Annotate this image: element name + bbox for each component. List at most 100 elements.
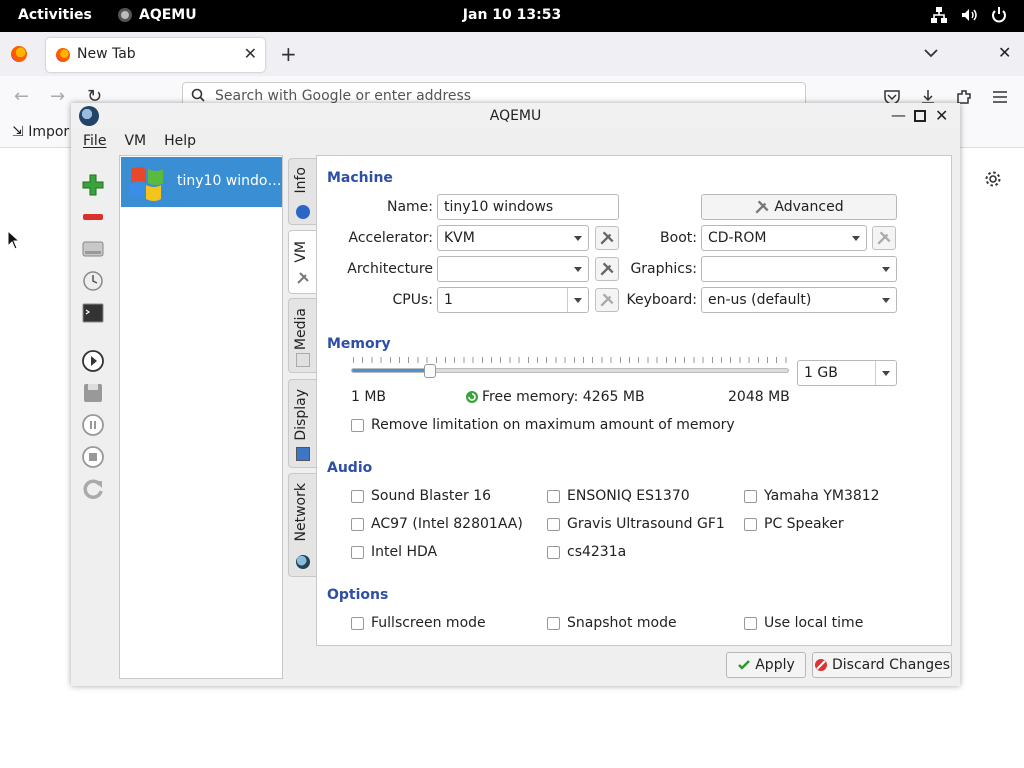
- audio-section-title: Audio: [327, 460, 373, 476]
- options-section-title: Options: [327, 587, 389, 603]
- firefox-icon[interactable]: [11, 46, 27, 62]
- pause-icon[interactable]: [79, 411, 107, 439]
- checkbox-box: [547, 545, 560, 559]
- app-name: AQEMU: [139, 7, 197, 23]
- forward-icon[interactable]: →: [50, 86, 65, 107]
- checkbox-box: [351, 545, 364, 559]
- checkbox-box: [744, 489, 757, 503]
- tab-media[interactable]: Media: [288, 298, 317, 373]
- info-icon: [296, 205, 310, 219]
- browser-close-button[interactable]: ✕: [998, 43, 1011, 62]
- architecture-settings-button[interactable]: [595, 257, 619, 281]
- menu-vm[interactable]: VM: [112, 131, 152, 155]
- tab-vm[interactable]: VM: [288, 230, 317, 294]
- boot-settings-button[interactable]: [872, 226, 896, 250]
- memory-size-select[interactable]: 1 GB: [797, 360, 897, 386]
- vm-list-item[interactable]: tiny10 windo…: [121, 157, 282, 207]
- hard-disk-icon[interactable]: [79, 235, 107, 263]
- play-icon[interactable]: [79, 347, 107, 375]
- menu-bar: File VM Help: [71, 131, 202, 155]
- menu-help[interactable]: Help: [152, 131, 202, 155]
- tab-media-label: Media: [293, 308, 309, 351]
- refresh-icon[interactable]: [465, 390, 479, 404]
- chevron-down-icon[interactable]: [922, 44, 940, 62]
- gear-icon[interactable]: [984, 170, 1002, 188]
- url-placeholder: Search with Google or enter address: [215, 88, 472, 104]
- fullscreen-checkbox[interactable]: Fullscreen mode: [351, 615, 486, 631]
- combo-separator: [875, 361, 876, 385]
- reset-icon[interactable]: [79, 475, 107, 503]
- clock-icon[interactable]: [79, 267, 107, 295]
- chevron-down-icon: [852, 236, 860, 241]
- audio-ym3812-checkbox[interactable]: Yamaha YM3812: [744, 488, 880, 504]
- save-state-icon[interactable]: [79, 379, 107, 407]
- checkbox-box: [547, 517, 560, 531]
- menu-file[interactable]: File: [71, 131, 112, 155]
- graphics-label: Graphics:: [630, 261, 697, 277]
- close-tab-icon[interactable]: ✕: [244, 44, 257, 63]
- checkbox-box: [351, 489, 364, 503]
- remove-memory-limit-label: Remove limitation on maximum amount of m…: [371, 417, 735, 433]
- system-tray[interactable]: [930, 6, 1008, 24]
- tab-display[interactable]: Display: [288, 379, 317, 468]
- accelerator-select[interactable]: KVM: [437, 225, 589, 251]
- delete-vm-icon[interactable]: [79, 203, 107, 231]
- tab-network[interactable]: Network: [288, 473, 317, 577]
- chevron-down-icon: [882, 371, 890, 376]
- audio-ac97-checkbox[interactable]: AC97 (Intel 82801AA): [351, 516, 523, 532]
- import-bookmarks-button[interactable]: ⇲ Impor: [12, 124, 69, 140]
- window-titlebar[interactable]: AQEMU — ✕: [71, 103, 960, 129]
- clock[interactable]: Jan 10 13:53: [463, 7, 561, 23]
- memory-slider[interactable]: [351, 368, 789, 373]
- back-icon[interactable]: ←: [14, 86, 29, 107]
- new-tab-button[interactable]: +: [280, 42, 297, 66]
- activities-button[interactable]: Activities: [18, 7, 92, 23]
- local-time-checkbox[interactable]: Use local time: [744, 615, 863, 631]
- add-vm-icon[interactable]: [79, 171, 107, 199]
- option-label: Snapshot mode: [567, 615, 677, 631]
- browser-tab[interactable]: New Tab ✕: [46, 38, 265, 72]
- cpus-settings-button[interactable]: [595, 288, 619, 312]
- snapshot-checkbox[interactable]: Snapshot mode: [547, 615, 677, 631]
- advanced-button[interactable]: Advanced: [701, 194, 897, 220]
- audio-cs4231a-checkbox[interactable]: cs4231a: [547, 544, 626, 560]
- discard-changes-button[interactable]: Discard Changes: [812, 652, 952, 678]
- stop-icon[interactable]: [79, 443, 107, 471]
- maximize-icon[interactable]: [914, 110, 926, 122]
- close-icon[interactable]: ✕: [935, 106, 948, 125]
- boot-select[interactable]: CD-ROM: [701, 225, 867, 251]
- minimize-icon[interactable]: —: [891, 106, 906, 124]
- terminal-icon[interactable]: [79, 299, 107, 327]
- hamburger-menu-icon[interactable]: [991, 88, 1009, 106]
- cpus-label: CPUs:: [392, 292, 433, 308]
- audio-hda-checkbox[interactable]: Intel HDA: [351, 544, 437, 560]
- apply-button[interactable]: Apply: [726, 652, 806, 678]
- remove-memory-limit-checkbox[interactable]: Remove limitation on maximum amount of m…: [351, 417, 735, 433]
- architecture-select[interactable]: [437, 256, 589, 282]
- tab-info-label: Info: [293, 167, 309, 194]
- volume-icon: [962, 9, 977, 21]
- window-title: AQEMU: [489, 108, 542, 124]
- top-bar: Activities AQEMU Jan 10 13:53: [0, 0, 1024, 32]
- accelerator-settings-button[interactable]: [595, 226, 619, 250]
- machine-section-title: Machine: [327, 170, 393, 186]
- app-menu[interactable]: AQEMU: [118, 7, 197, 23]
- name-field[interactable]: tiny10 windows: [437, 194, 619, 220]
- chevron-down-icon: [574, 298, 582, 303]
- audio-card-label: PC Speaker: [764, 516, 844, 532]
- audio-pcspk-checkbox[interactable]: PC Speaker: [744, 516, 844, 532]
- audio-es1370-checkbox[interactable]: ENSONIQ ES1370: [547, 488, 690, 504]
- memory-slider-handle[interactable]: [423, 364, 436, 378]
- checkbox-box: [744, 616, 757, 630]
- audio-sb16-checkbox[interactable]: Sound Blaster 16: [351, 488, 491, 504]
- keyboard-select[interactable]: en-us (default): [701, 287, 897, 313]
- tab-info[interactable]: Info: [288, 158, 317, 225]
- audio-gus-checkbox[interactable]: Gravis Ultrasound GF1: [547, 516, 725, 532]
- audio-card-label: Intel HDA: [371, 544, 438, 560]
- boot-label: Boot:: [660, 230, 697, 246]
- graphics-select[interactable]: [701, 256, 897, 282]
- cpus-select[interactable]: 1: [437, 287, 589, 313]
- browser-tab-title: New Tab: [77, 46, 136, 62]
- tab-network-label: Network: [293, 483, 309, 542]
- search-icon: [191, 88, 205, 102]
